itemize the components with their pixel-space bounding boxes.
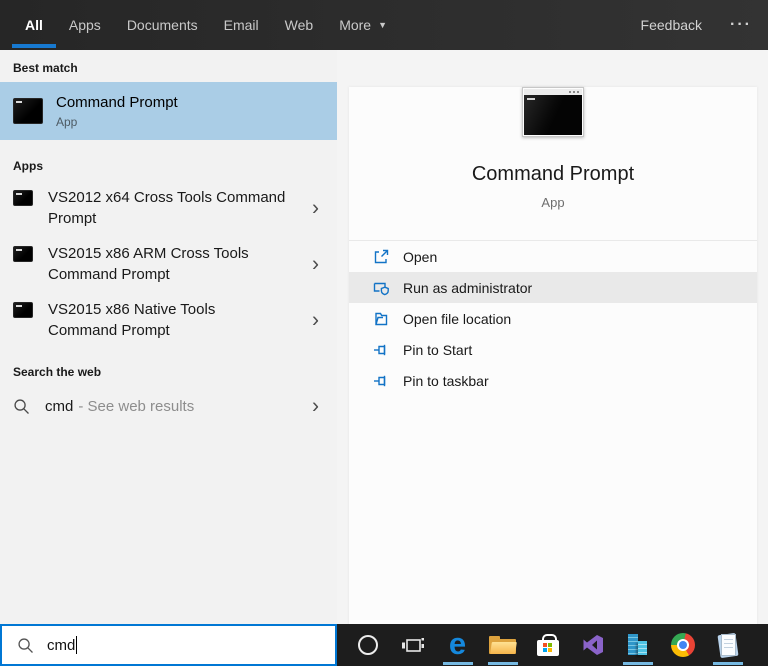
chevron-right-icon[interactable]: › [312, 254, 319, 275]
server-manager-taskbar-button[interactable] [615, 624, 660, 666]
cortana-button[interactable] [345, 624, 390, 666]
taskbar: e [337, 624, 768, 666]
pin-icon [372, 341, 390, 359]
best-match-title: Command Prompt [56, 93, 178, 111]
search-input[interactable]: cmd [0, 624, 337, 666]
tab-apps-label: Apps [68, 17, 101, 33]
preview-title: Command Prompt [471, 163, 635, 185]
tab-documents[interactable]: Documents [114, 0, 211, 50]
action-run-as-administrator[interactable]: Run as administrator [349, 272, 757, 303]
visual-studio-taskbar-button[interactable] [570, 624, 615, 666]
pin-icon [372, 372, 390, 390]
chevron-right-icon[interactable]: › [312, 310, 319, 331]
cortana-icon [357, 635, 378, 655]
chrome-taskbar-button[interactable] [660, 624, 705, 666]
app-result-vs2015-native[interactable]: VS2015 x86 Native Tools Command Prompt › [0, 292, 337, 348]
chrome-icon [670, 633, 695, 657]
open-icon [372, 248, 390, 266]
web-suffix-text: - See web results [78, 397, 195, 415]
tab-apps[interactable]: Apps [56, 0, 114, 50]
tab-more-label: More [339, 17, 372, 33]
action-label: Pin to Start [403, 341, 473, 358]
command-prompt-icon-large [522, 87, 584, 137]
search-input-value: cmd [47, 636, 76, 654]
task-view-icon [400, 632, 426, 658]
web-query-text: cmd [45, 397, 74, 415]
chevron-right-icon[interactable]: › [312, 396, 319, 417]
command-prompt-icon [13, 190, 33, 206]
app-result-vs2015-arm[interactable]: VS2015 x86 ARM Cross Tools Command Promp… [0, 236, 337, 292]
filter-tabs: All Apps Documents Email Web More ▼ [12, 0, 400, 50]
command-prompt-icon [13, 302, 33, 318]
chevron-right-icon[interactable]: › [312, 198, 319, 219]
app-result-vs2012-x64[interactable]: VS2012 x64 Cross Tools Command Prompt › [0, 180, 337, 236]
action-open-file-location[interactable]: Open file location [349, 303, 757, 334]
tab-all[interactable]: All [12, 0, 56, 50]
edge-taskbar-button[interactable]: e [435, 624, 480, 666]
visual-studio-icon [580, 632, 606, 658]
app-result-label: VS2012 x64 Cross Tools Command Prompt [48, 189, 286, 227]
edge-icon: e [448, 625, 467, 661]
tab-email-label: Email [223, 17, 259, 33]
microsoft-store-icon [536, 634, 559, 656]
tab-email[interactable]: Email [211, 0, 272, 50]
feedback-button[interactable]: Feedback [641, 17, 702, 33]
tab-web[interactable]: Web [272, 0, 327, 50]
file-explorer-icon [489, 634, 517, 656]
tab-documents-label: Documents [126, 17, 198, 33]
command-prompt-icon [13, 98, 43, 124]
file-explorer-taskbar-button[interactable] [480, 624, 525, 666]
results-area: Best match Command Prompt App Apps VS201… [0, 50, 768, 649]
preview-subtitle: App [541, 195, 565, 210]
task-view-button[interactable] [390, 624, 435, 666]
action-label: Pin to taskbar [403, 372, 489, 389]
results-list: Best match Command Prompt App Apps VS201… [0, 50, 337, 624]
search-filter-bar: All Apps Documents Email Web More ▼ Feed… [0, 0, 768, 50]
search-icon [17, 637, 34, 654]
notepad-icon [716, 632, 739, 658]
server-manager-icon [624, 633, 651, 657]
preview-pane: Command Prompt App Open Run as administr… [337, 50, 768, 649]
app-result-label: VS2015 x86 Native Tools Command Prompt [48, 301, 216, 339]
web-search-result[interactable]: cmd - See web results › [0, 388, 337, 424]
topbar-right: Feedback ··· [641, 16, 752, 34]
notepad-taskbar-button[interactable] [705, 624, 750, 666]
action-pin-to-taskbar[interactable]: Pin to taskbar [349, 365, 757, 396]
app-result-label: VS2015 x86 ARM Cross Tools Command Promp… [48, 245, 249, 283]
best-match-texts: Command Prompt App [56, 94, 178, 129]
text-caret [76, 636, 78, 654]
apps-header: Apps [13, 159, 43, 173]
tab-more[interactable]: More ▼ [326, 0, 400, 50]
run-as-admin-icon [372, 279, 390, 297]
action-label: Run as administrator [403, 279, 533, 296]
more-options-icon[interactable]: ··· [730, 16, 752, 34]
preview-card: Command Prompt App Open Run as administr… [349, 87, 757, 649]
folder-icon [372, 310, 390, 328]
action-open[interactable]: Open [349, 241, 757, 272]
search-flyout: All Apps Documents Email Web More ▼ Feed… [0, 0, 768, 666]
search-web-header: Search the web [13, 365, 102, 379]
search-icon [13, 398, 30, 415]
best-match-header: Best match [13, 61, 78, 75]
chevron-down-icon: ▼ [378, 20, 388, 30]
action-label: Open file location [403, 310, 512, 327]
command-prompt-icon [13, 246, 33, 262]
taskbar-row: cmd e [0, 624, 768, 666]
action-label: Open [403, 248, 438, 265]
best-match-subtitle: App [56, 114, 78, 129]
tab-all-label: All [25, 17, 43, 33]
best-match-result[interactable]: Command Prompt App [0, 82, 337, 140]
terminal-body [524, 95, 582, 135]
tab-web-label: Web [284, 17, 314, 33]
action-pin-to-start[interactable]: Pin to Start [349, 334, 757, 365]
store-taskbar-button[interactable] [525, 624, 570, 666]
